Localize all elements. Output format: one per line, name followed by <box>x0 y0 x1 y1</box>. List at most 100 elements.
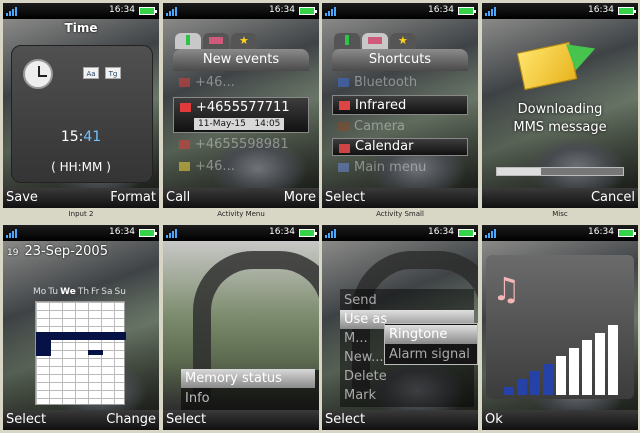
status-bar: 16:34 <box>322 3 478 19</box>
select-softkey[interactable]: Select <box>6 412 46 427</box>
select-softkey[interactable]: Select <box>325 412 365 427</box>
option-delete[interactable]: Delete <box>340 367 387 386</box>
more-softkey[interactable]: More <box>284 190 316 205</box>
week-grid[interactable] <box>35 301 126 405</box>
time-field[interactable]: 15:41 <box>3 129 159 145</box>
calendar-event[interactable] <box>36 340 51 356</box>
weekday-header: Mo Tu We Th Fr Sa Su <box>33 287 126 297</box>
shortcut-camera[interactable]: Camera <box>332 117 468 137</box>
softkey-bar: Ok <box>482 410 638 430</box>
star-icon: ★ <box>398 34 408 47</box>
calendar-event[interactable] <box>88 350 103 355</box>
softkey-bar: Select Change <box>3 410 159 430</box>
battery-icon <box>299 229 317 237</box>
shortcut-calendar[interactable]: Calendar <box>332 138 468 156</box>
volume-bar <box>504 387 514 395</box>
caption: Activity Menu <box>217 210 265 218</box>
tab-shortcuts[interactable] <box>362 33 388 49</box>
softkey-bar: Cancel <box>482 188 638 208</box>
select-softkey[interactable]: Select <box>166 412 206 427</box>
signal-icon <box>166 228 180 238</box>
cancel-softkey[interactable]: Cancel <box>591 190 635 205</box>
submenu-alarm-signal[interactable]: Alarm signal <box>385 345 477 364</box>
list-item[interactable]: +4655598981 <box>173 135 309 155</box>
tab-new-events[interactable] <box>175 33 201 49</box>
t9-icon[interactable]: Tg <box>105 67 121 79</box>
status-bar: 16:34 <box>163 3 319 19</box>
screen-misc: 16:34 Downloading MMS message Cancel <box>482 3 638 208</box>
volume-bar <box>556 356 566 395</box>
signal-icon <box>485 228 499 238</box>
option-new[interactable]: New... <box>340 348 384 367</box>
shortcut-main-menu[interactable]: Main menu <box>332 158 468 178</box>
screen-title: Time <box>64 21 98 35</box>
status-bar: 16:34 <box>3 225 159 241</box>
caption: Input 2 <box>68 210 94 218</box>
call-softkey[interactable]: Call <box>166 190 190 205</box>
clock-text: 16:34 <box>588 227 614 237</box>
ok-softkey[interactable]: Ok <box>485 412 503 427</box>
save-softkey[interactable]: Save <box>6 190 38 205</box>
volume-level[interactable] <box>504 321 630 395</box>
clock-text: 16:34 <box>428 5 454 15</box>
screen-calendar: 16:34 19 23-Sep-2005 Mo Tu We Th Fr Sa Su Selec… <box>3 225 159 430</box>
clock-text: 16:34 <box>109 227 135 237</box>
tab-new-events[interactable] <box>334 33 360 49</box>
signal-icon <box>6 228 20 238</box>
tab-shortcuts[interactable] <box>203 33 229 49</box>
battery-icon <box>618 7 636 15</box>
shortcut-infrared[interactable]: Infrared <box>332 95 468 115</box>
softkey-bar: Call More <box>163 188 319 208</box>
shortcut-bluetooth[interactable]: Bluetooth <box>332 73 468 93</box>
option-mark[interactable]: Mark <box>340 386 376 405</box>
format-softkey[interactable]: Format <box>110 190 156 205</box>
status-bar: 16:34 <box>163 225 319 241</box>
submenu-ringtone[interactable]: Ringtone <box>385 325 477 344</box>
volume-bar <box>530 371 540 395</box>
volume-bar <box>582 340 592 395</box>
clock-text: 16:34 <box>428 227 454 237</box>
music-note-icon: ♫ <box>492 270 521 308</box>
list-item-selected[interactable]: +4655577711 11-May-15 14:05 <box>173 97 309 133</box>
calendar-event[interactable] <box>36 332 126 340</box>
status-bar: 16:34 <box>482 3 638 19</box>
calendar-icon <box>339 144 350 153</box>
status-bar: 16:34 <box>482 225 638 241</box>
select-softkey[interactable]: Select <box>325 190 365 205</box>
battery-icon <box>139 229 157 237</box>
option-send[interactable]: Send <box>340 291 377 310</box>
tab-bookmarks[interactable]: ★ <box>231 33 257 49</box>
arrow-icon <box>209 37 223 44</box>
battery-icon <box>299 7 317 15</box>
tab-bookmarks[interactable]: ★ <box>390 33 416 49</box>
softkey-bar: Select <box>322 410 478 430</box>
change-softkey[interactable]: Change <box>106 412 156 427</box>
clock-text: 16:34 <box>588 5 614 15</box>
clock-text: 16:34 <box>109 5 135 15</box>
missed-call-icon <box>179 140 190 149</box>
softkey-bar: Select <box>322 188 478 208</box>
option-memory-status[interactable]: Memory status <box>181 369 315 388</box>
menu-header: New events <box>173 49 309 71</box>
list-item[interactable]: +46... <box>173 73 309 93</box>
input-mode-icon[interactable]: Aa <box>83 67 99 79</box>
screen-activity-menu: 16:34 ★ New events +46... +4655577711 11… <box>163 3 319 208</box>
time-format: ( HH:MM ) <box>51 160 111 174</box>
download-progress <box>496 167 624 176</box>
arrow-icon <box>368 37 382 44</box>
exclamation-icon <box>186 35 190 45</box>
camera-icon <box>338 122 349 131</box>
missed-call-icon <box>179 78 190 87</box>
signal-icon <box>325 228 339 238</box>
softkey-bar: Save Format <box>3 188 159 208</box>
activity-tabs: ★ <box>332 33 468 49</box>
option-more[interactable]: M... <box>340 329 368 348</box>
signal-icon <box>6 6 20 16</box>
option-info[interactable]: Info <box>181 389 315 408</box>
list-item[interactable]: +46... <box>173 157 309 177</box>
volume-bar <box>517 379 527 395</box>
main-menu-icon <box>338 163 349 172</box>
volume-bar <box>608 325 618 395</box>
exclamation-icon <box>345 35 349 45</box>
caption: Misc <box>552 210 568 218</box>
